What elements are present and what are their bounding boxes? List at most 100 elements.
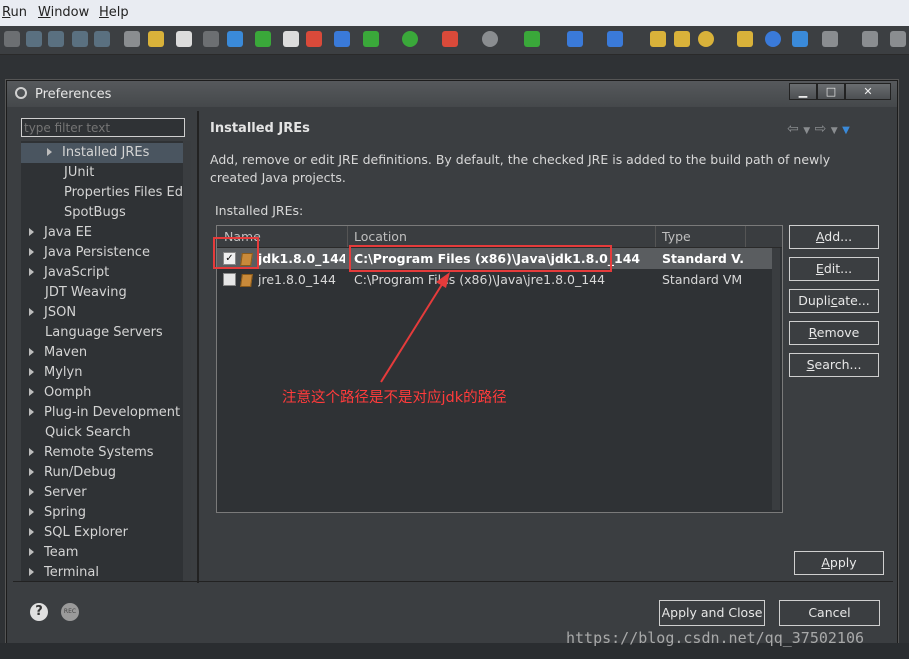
- toolbar-icon[interactable]: [94, 31, 110, 47]
- tree-item-junit[interactable]: JUnit: [64, 163, 94, 183]
- tree-item-jdt-weaving[interactable]: JDT Weaving: [45, 283, 127, 303]
- menu-help[interactable]: Help: [99, 5, 129, 20]
- toolbar-icon[interactable]: [124, 31, 140, 47]
- tree-item-sql-explorer[interactable]: SQL Explorer: [29, 523, 128, 543]
- toolbar-icon[interactable]: [306, 31, 322, 47]
- toolbar-icon[interactable]: [567, 31, 583, 47]
- toolbar-icon[interactable]: [792, 31, 808, 47]
- tree-item-spring[interactable]: Spring: [29, 503, 86, 523]
- search-button[interactable]: Search...: [789, 353, 879, 377]
- column-header-location[interactable]: Location: [354, 229, 407, 244]
- tree-item-java-persistence[interactable]: Java Persistence: [29, 243, 150, 263]
- toolbar-icon[interactable]: [4, 31, 20, 47]
- toolbar-icon[interactable]: [334, 31, 350, 47]
- toolbar-icon[interactable]: [737, 31, 753, 47]
- tree-item-maven[interactable]: Maven: [29, 343, 87, 363]
- run-icon[interactable]: [402, 31, 418, 47]
- expand-arrow-icon[interactable]: [29, 387, 34, 396]
- maximize-button[interactable]: □: [817, 83, 845, 100]
- toolbar-icon[interactable]: [148, 31, 164, 47]
- tree-item-spotbugs[interactable]: SpotBugs: [64, 203, 126, 223]
- sash-divider[interactable]: [197, 111, 199, 583]
- apply-and-close-button[interactable]: Apply and Close: [659, 600, 765, 626]
- expand-arrow-icon[interactable]: [29, 227, 34, 236]
- toolbar-icon[interactable]: [674, 31, 690, 47]
- toolbar-icon[interactable]: [482, 31, 498, 47]
- expand-arrow-icon[interactable]: [29, 527, 34, 536]
- toolbar-icon[interactable]: [48, 31, 64, 47]
- toolbar-icon[interactable]: [607, 31, 623, 47]
- expand-arrow-icon[interactable]: [29, 487, 34, 496]
- minimize-button[interactable]: ▁: [789, 83, 817, 100]
- column-separator[interactable]: [655, 226, 656, 247]
- menu-window[interactable]: Window: [38, 5, 89, 20]
- apply-button[interactable]: Apply: [794, 551, 884, 575]
- menu-run[interactable]: Run: [2, 5, 27, 20]
- cancel-button[interactable]: Cancel: [779, 600, 880, 626]
- forward-menu-icon[interactable]: ▼: [831, 126, 838, 136]
- bug-icon[interactable]: [363, 31, 379, 47]
- tree-item-oomph[interactable]: Oomph: [29, 383, 91, 403]
- toolbar-icon[interactable]: [26, 31, 42, 47]
- toolbar-icon[interactable]: [227, 31, 243, 47]
- toolbar-icon[interactable]: [203, 31, 219, 47]
- expand-arrow-icon[interactable]: [29, 367, 34, 376]
- expand-arrow-icon[interactable]: [29, 547, 34, 556]
- toolbar-icon[interactable]: [822, 31, 838, 47]
- tree-item-server[interactable]: Server: [29, 483, 87, 503]
- toolbar-icon[interactable]: [176, 31, 192, 47]
- tree-item-json[interactable]: JSON: [29, 303, 76, 323]
- filter-input[interactable]: [21, 118, 185, 137]
- back-arrow-icon[interactable]: ⇦: [787, 121, 799, 137]
- tree-item-java-ee[interactable]: Java EE: [29, 223, 92, 243]
- tree-scrollbar[interactable]: [183, 141, 191, 581]
- toolbar-icon[interactable]: [442, 31, 458, 47]
- tree-item-plug-in-development[interactable]: Plug-in Development: [29, 403, 180, 423]
- tree-item-mylyn[interactable]: Mylyn: [29, 363, 82, 383]
- column-separator[interactable]: [745, 226, 746, 247]
- expand-arrow-icon[interactable]: [29, 267, 34, 276]
- expand-arrow-icon[interactable]: [29, 567, 34, 576]
- record-macro-icon[interactable]: REC: [61, 603, 79, 621]
- back-menu-icon[interactable]: ▼: [803, 126, 810, 136]
- duplicate-button[interactable]: Duplicate...: [789, 289, 879, 313]
- toolbar-icon[interactable]: [524, 31, 540, 47]
- tree-item-properties-files-editor[interactable]: Properties Files Edito: [64, 183, 191, 203]
- expand-arrow-icon[interactable]: [29, 507, 34, 516]
- expand-arrow-icon[interactable]: [29, 347, 34, 356]
- globe-icon[interactable]: [765, 31, 781, 47]
- expand-arrow-icon[interactable]: [29, 447, 34, 456]
- edit-button[interactable]: Edit...: [789, 257, 879, 281]
- view-menu-icon[interactable]: ▼: [842, 125, 850, 136]
- tree-item-quick-search[interactable]: Quick Search: [45, 423, 131, 443]
- expand-arrow-icon[interactable]: [29, 407, 34, 416]
- row-checkbox[interactable]: [223, 273, 236, 286]
- search-icon[interactable]: [698, 31, 714, 47]
- close-button[interactable]: ✕: [845, 83, 891, 100]
- table-scrollbar[interactable]: [772, 248, 780, 510]
- expand-arrow-icon[interactable]: [29, 467, 34, 476]
- column-header-type[interactable]: Type: [662, 229, 691, 244]
- remove-button[interactable]: Remove: [789, 321, 879, 345]
- tree-item-language-servers[interactable]: Language Servers: [45, 323, 163, 343]
- toolbar-icon[interactable]: [890, 31, 906, 47]
- expand-arrow-icon[interactable]: [29, 307, 34, 316]
- tree-item-terminal[interactable]: Terminal: [29, 563, 99, 581]
- toolbar-icon[interactable]: [283, 31, 299, 47]
- tree-item-remote-systems[interactable]: Remote Systems: [29, 443, 154, 463]
- toolbar-icon[interactable]: [862, 31, 878, 47]
- toolbar-icon[interactable]: [72, 31, 88, 47]
- tree-item-installed-jres[interactable]: Installed JREs: [21, 143, 183, 163]
- forward-arrow-icon[interactable]: ⇨: [815, 121, 827, 137]
- tree-item-run-debug[interactable]: Run/Debug: [29, 463, 116, 483]
- expand-arrow-icon[interactable]: [29, 247, 34, 256]
- help-icon[interactable]: ?: [30, 603, 48, 621]
- expand-arrow-icon[interactable]: [47, 147, 52, 156]
- toolbar-icon[interactable]: [650, 31, 666, 47]
- toolbar-icon[interactable]: [255, 31, 271, 47]
- table-row[interactable]: jre1.8.0_144 C:\Program Files (x86)\Java…: [217, 269, 772, 290]
- tree-item-team[interactable]: Team: [29, 543, 78, 563]
- column-separator[interactable]: [347, 226, 348, 247]
- tree-item-javascript[interactable]: JavaScript: [29, 263, 109, 283]
- dialog-titlebar[interactable]: Preferences ▁ □ ✕: [7, 81, 897, 107]
